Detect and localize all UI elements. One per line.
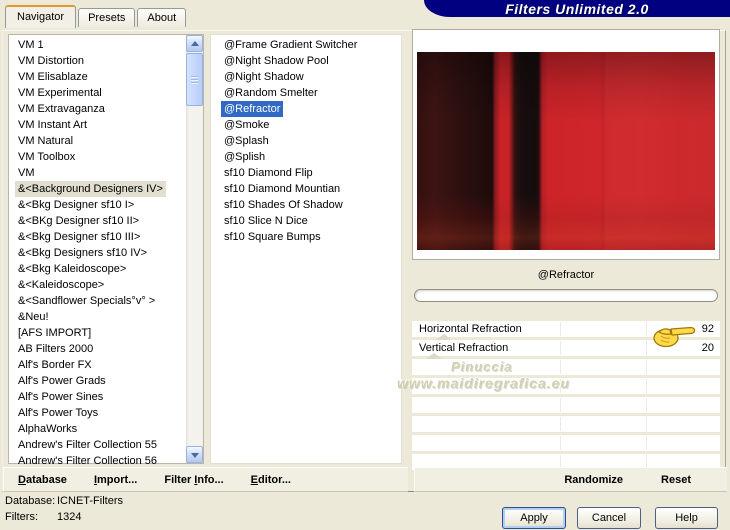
title-bar: Filters Unlimited 2.0	[424, 0, 730, 17]
filters-count-label: Filters:	[5, 511, 38, 523]
list-item[interactable]: sf10 Diamond Mountian	[221, 181, 343, 197]
list-item[interactable]: &<BKg Designer sf10 II>	[15, 213, 142, 229]
list-item[interactable]: Alf's Power Toys	[15, 405, 101, 421]
list-item[interactable]: @Frame Gradient Switcher	[221, 37, 360, 53]
filter-listbox: @Frame Gradient Switcher @Night Shadow Po…	[210, 34, 402, 464]
chevron-up-icon	[191, 41, 199, 46]
list-item[interactable]: sf10 Square Bumps	[221, 229, 324, 245]
param-label: Horizontal Refraction	[419, 323, 522, 335]
filters-count-value: 1324	[57, 511, 82, 523]
reset-button[interactable]: Reset	[661, 474, 691, 486]
param-value: 20	[701, 342, 714, 354]
help-button[interactable]: Help	[655, 507, 718, 529]
list-item[interactable]: AlphaWorks	[15, 421, 80, 437]
list-item[interactable]: VM Natural	[15, 133, 76, 149]
list-item[interactable]: AB Filters 2000	[15, 341, 96, 357]
param-row-empty	[412, 416, 720, 432]
list-item[interactable]: @Night Shadow	[221, 69, 307, 85]
cancel-button[interactable]: Cancel	[577, 507, 641, 529]
access-key: D	[18, 473, 26, 486]
preview-progress-bar	[414, 289, 718, 302]
list-item[interactable]: &<Sandflower Specials°v° >	[15, 293, 158, 309]
list-item[interactable]: &<Bkg Kaleidoscope>	[15, 261, 129, 277]
list-item[interactable]: VM Instant Art	[15, 117, 90, 133]
list-item[interactable]: VM 1	[15, 37, 47, 53]
list-item[interactable]: VM Distortion	[15, 53, 87, 69]
database-button[interactable]: Database	[18, 474, 67, 486]
import-button[interactable]: Import...	[94, 474, 137, 486]
list-item[interactable]: &<Kaleidoscope>	[15, 277, 107, 293]
filters-count-status: Filters: 1324	[5, 511, 81, 523]
toolbar-right: Randomize Reset	[414, 467, 727, 492]
tab-strip: Navigator Presets About	[5, 5, 188, 28]
editor-button[interactable]: Editor...	[251, 474, 291, 486]
label-part: mport...	[97, 473, 138, 486]
list-item[interactable]: sf10 Slice N Dice	[221, 213, 311, 229]
label-part: Filter	[164, 473, 195, 486]
list-item[interactable]: @Random Smelter	[221, 85, 321, 101]
param-row-empty	[412, 435, 720, 451]
list-item[interactable]: VM Experimental	[15, 85, 105, 101]
tab-presets[interactable]: Presets	[78, 8, 136, 27]
status-bar: Database: ICNET-Filters Filters: 1324 Appl…	[0, 493, 730, 530]
param-row-empty	[412, 397, 720, 413]
list-item[interactable]: VM Elisablaze	[15, 69, 91, 85]
list-item[interactable]: VM Toolbox	[15, 149, 78, 165]
param-row-empty	[412, 378, 720, 394]
scroll-down-button[interactable]	[186, 446, 203, 463]
list-item[interactable]: Alf's Border FX	[15, 357, 95, 373]
list-item[interactable]: @Splish	[221, 149, 268, 165]
filters-unlimited-window: Filters Unlimited 2.0 Navigator Presets …	[0, 0, 730, 530]
list-item[interactable]: [AFS IMPORT]	[15, 325, 94, 341]
list-item[interactable]: Alf's Power Grads	[15, 373, 109, 389]
scroll-up-button[interactable]	[186, 35, 203, 52]
database-status: Database: ICNET-Filters	[5, 495, 123, 507]
list-item[interactable]: &<Bkg Designer sf10 III>	[15, 229, 143, 245]
preview-image	[417, 52, 715, 250]
database-status-value: ICNET-Filters	[57, 495, 123, 507]
list-item[interactable]: sf10 Diamond Flip	[221, 165, 316, 181]
param-row-empty	[412, 359, 720, 375]
list-item[interactable]: @Smoke	[221, 117, 272, 133]
tab-about[interactable]: About	[137, 8, 187, 27]
list-item[interactable]: VM Extravaganza	[15, 101, 108, 117]
access-key: E	[250, 473, 258, 486]
list-item[interactable]: &<Background Designers IV>	[15, 181, 166, 197]
apply-button[interactable]: Apply	[502, 507, 566, 529]
category-scrollbar[interactable]	[186, 35, 203, 463]
label-part: ditor...	[257, 473, 291, 486]
param-value: 92	[701, 323, 714, 335]
filter-info-button[interactable]: Filter Info...	[164, 474, 223, 486]
preview-panel	[412, 29, 720, 260]
list-item[interactable]: @Night Shadow Pool	[221, 53, 332, 69]
category-listbox: VM 1 VM Distortion VM Elisablaze VM Experim…	[8, 34, 204, 467]
randomize-button[interactable]: Randomize	[564, 474, 623, 486]
list-item[interactable]: VM	[15, 165, 38, 181]
list-item[interactable]: &<Bkg Designers sf10 IV>	[15, 245, 150, 261]
list-item[interactable]: sf10 Shades Of Shadow	[221, 197, 346, 213]
list-item[interactable]: &<Bkg Designer sf10 I>	[15, 197, 137, 213]
list-item[interactable]: Alf's Power Sines	[15, 389, 106, 405]
chevron-down-icon	[191, 453, 199, 458]
list-item[interactable]: Andrew's Filter Collection 55	[15, 437, 160, 453]
selected-filter-name: @Refractor	[537, 269, 595, 281]
list-item[interactable]: @Splash	[221, 133, 272, 149]
list-item[interactable]: @Refractor	[221, 101, 284, 117]
app-title: Filters Unlimited 2.0	[505, 0, 649, 17]
navigator-page: VM 1 VM Distortion VM Elisablaze VM Experim…	[2, 29, 727, 492]
label-part: atabase	[25, 473, 67, 486]
pointing-hand-icon	[651, 322, 697, 348]
tab-navigator[interactable]: Navigator	[5, 5, 77, 28]
database-status-label: Database:	[5, 495, 56, 507]
scrollbar-thumb[interactable]	[186, 53, 203, 106]
label-part: nfo...	[197, 473, 224, 486]
toolbar-left: Database Import... Filter Info... Editor…	[3, 467, 408, 492]
list-item[interactable]: &Neu!	[15, 309, 52, 325]
